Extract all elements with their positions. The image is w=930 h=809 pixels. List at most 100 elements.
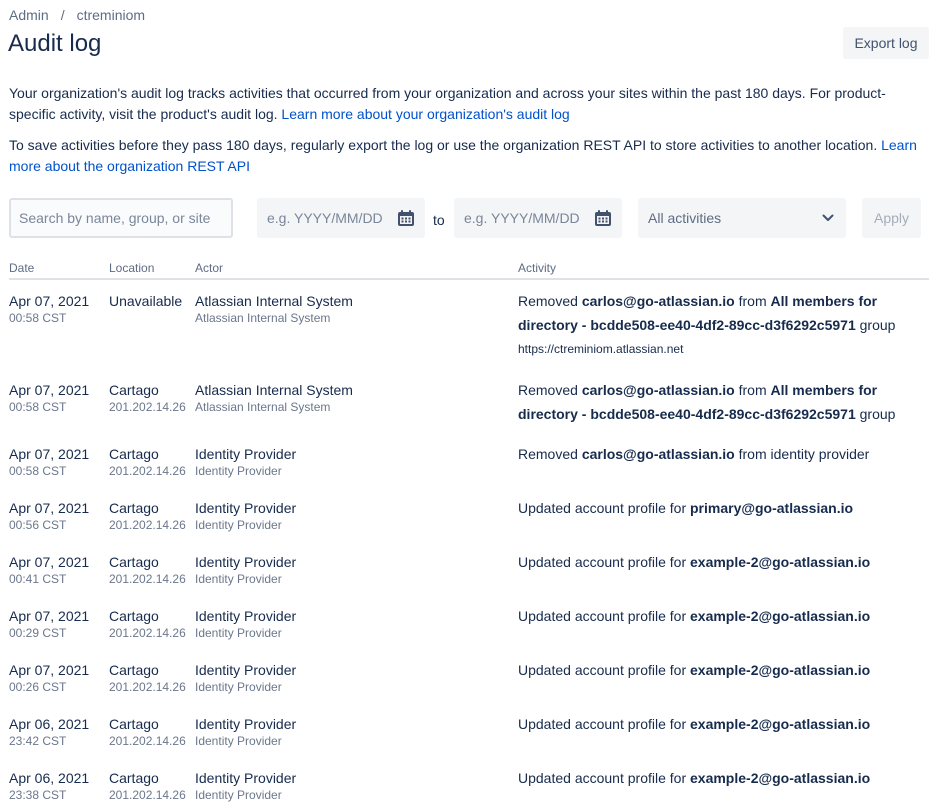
location-name: Unavailable — [109, 293, 183, 309]
activity-user-email: example-2@go-atlassian.io — [690, 662, 871, 678]
learn-more-audit-log-link[interactable]: Learn more about your organization's aud… — [281, 106, 569, 122]
date-cell: Apr 06, 2021 23:42 CST — [9, 715, 89, 750]
column-header-date: Date — [9, 261, 35, 275]
apply-button[interactable]: Apply — [862, 198, 921, 238]
location-name: Cartago — [109, 716, 159, 732]
activity-prefix: Updated account profile for — [518, 662, 690, 678]
activity-cell: Removed carlos@go-atlassian.io from All … — [518, 378, 918, 426]
ip-address: 201.202.14.26 — [109, 572, 186, 586]
event-time: 00:29 CST — [9, 626, 67, 640]
search-input[interactable] — [9, 198, 233, 238]
date-cell: Apr 06, 2021 23:38 CST — [9, 769, 89, 804]
event-date: Apr 07, 2021 — [9, 446, 90, 462]
activity-cell: Updated account profile for example-2@go… — [518, 766, 918, 790]
export-log-button[interactable]: Export log — [843, 27, 929, 59]
location-name: Cartago — [109, 382, 159, 398]
date-range-to-label: to — [433, 212, 445, 228]
event-date: Apr 07, 2021 — [9, 608, 90, 624]
table-header: Date Location Actor Activity — [9, 260, 929, 280]
breadcrumb-org-link[interactable]: ctreminiom — [77, 7, 145, 23]
description-paragraph-2: To save activities before they pass 180 … — [9, 135, 924, 176]
actor-cell: Identity Provider Identity Provider — [195, 607, 296, 642]
calendar-icon[interactable] — [397, 209, 415, 227]
activity-middle: from — [734, 382, 771, 398]
date-to-field[interactable]: e.g. YYYY/MM/DD — [454, 198, 622, 238]
event-time: 00:58 CST — [9, 400, 67, 414]
column-header-actor: Actor — [195, 261, 224, 275]
actor-cell: Identity Provider Identity Provider — [195, 661, 296, 696]
activity-user-email: carlos@go-atlassian.io — [581, 446, 735, 462]
calendar-icon[interactable] — [594, 209, 612, 227]
actor-cell: Atlassian Internal System Atlassian Inter… — [195, 381, 353, 416]
activity-user-email: carlos@go-atlassian.io — [581, 382, 735, 398]
location-name: Cartago — [109, 446, 159, 462]
activity-description: Updated account profile for primary@go-a… — [518, 496, 918, 520]
activity-user-email: carlos@go-atlassian.io — [581, 293, 735, 309]
actor-cell: Identity Provider Identity Provider — [195, 769, 296, 804]
activity-select-value: All activities — [648, 210, 722, 226]
date-cell: Apr 07, 2021 00:56 CST — [9, 499, 89, 534]
ip-address: 201.202.14.26 — [109, 518, 186, 532]
location-name: Cartago — [109, 770, 159, 786]
activity-cell: Removed carlos@go-atlassian.io from iden… — [518, 442, 918, 466]
event-time: 00:58 CST — [9, 464, 67, 478]
actor-name: Identity Provider — [195, 554, 297, 570]
activity-prefix: Updated account profile for — [518, 608, 690, 624]
actor-name: Identity Provider — [195, 500, 297, 516]
date-cell: Apr 07, 2021 00:29 CST — [9, 607, 89, 642]
activity-user-email: example-2@go-atlassian.io — [690, 716, 871, 732]
page-title: Audit log — [8, 30, 102, 57]
description-paragraph-1: Your organization's audit log tracks act… — [9, 83, 924, 124]
event-time: 23:38 CST — [9, 788, 67, 802]
actor-name: Atlassian Internal System — [195, 382, 353, 398]
actor-name: Identity Provider — [195, 716, 297, 732]
activity-description: Removed carlos@go-atlassian.io from All … — [518, 378, 918, 426]
breadcrumb: Admin / ctreminiom — [9, 7, 145, 23]
location-cell: Cartago 201.202.14.26 — [109, 445, 186, 480]
activity-prefix: Removed — [518, 446, 582, 462]
filter-bar: e.g. YYYY/MM/DD to e.g. YYYY/MM/DD All a… — [9, 198, 929, 238]
activity-user-email: example-2@go-atlassian.io — [690, 608, 871, 624]
actor-type: Identity Provider — [195, 788, 282, 802]
activity-user-email: example-2@go-atlassian.io — [690, 770, 871, 786]
actor-type: Identity Provider — [195, 464, 282, 478]
activity-prefix: Updated account profile for — [518, 770, 690, 786]
location-cell: Cartago 201.202.14.26 — [109, 769, 186, 804]
actor-type: Identity Provider — [195, 572, 282, 586]
actor-cell: Identity Provider Identity Provider — [195, 499, 296, 534]
activity-type-select[interactable]: All activities — [638, 198, 846, 238]
location-cell: Cartago 201.202.14.26 — [109, 499, 186, 534]
actor-type: Identity Provider — [195, 680, 282, 694]
actor-cell: Identity Provider Identity Provider — [195, 445, 296, 480]
event-time: 23:42 CST — [9, 734, 67, 748]
location-name: Cartago — [109, 608, 159, 624]
event-date: Apr 07, 2021 — [9, 382, 90, 398]
chevron-down-icon — [822, 214, 834, 221]
activity-cell: Updated account profile for example-2@go… — [518, 712, 918, 736]
date-from-field[interactable]: e.g. YYYY/MM/DD — [257, 198, 425, 238]
event-date: Apr 06, 2021 — [9, 716, 90, 732]
actor-name: Identity Provider — [195, 608, 297, 624]
actor-name: Identity Provider — [195, 662, 297, 678]
actor-type: Identity Provider — [195, 518, 282, 532]
activity-middle: from identity provider — [734, 446, 870, 462]
activity-description: Updated account profile for example-2@go… — [518, 550, 918, 574]
actor-type: Identity Provider — [195, 734, 282, 748]
breadcrumb-separator: / — [60, 7, 65, 23]
event-time: 00:26 CST — [9, 680, 67, 694]
date-cell: Apr 07, 2021 00:58 CST — [9, 445, 89, 480]
actor-name: Identity Provider — [195, 446, 297, 462]
event-time: 00:56 CST — [9, 518, 67, 532]
activity-site-url: https://ctreminiom.atlassian.net — [518, 342, 684, 356]
description-text-2: To save activities before they pass 180 … — [9, 137, 878, 153]
location-cell: Cartago 201.202.14.26 — [109, 607, 186, 642]
breadcrumb-admin-link[interactable]: Admin — [9, 7, 49, 23]
location-name: Cartago — [109, 662, 159, 678]
date-cell: Apr 07, 2021 00:26 CST — [9, 661, 89, 696]
event-date: Apr 07, 2021 — [9, 500, 90, 516]
location-cell: Cartago 201.202.14.26 — [109, 661, 186, 696]
location-cell: Unavailable — [109, 292, 182, 310]
activity-description: Updated account profile for example-2@go… — [518, 658, 918, 682]
date-to-placeholder: e.g. YYYY/MM/DD — [464, 210, 580, 226]
activity-prefix: Removed — [518, 293, 582, 309]
